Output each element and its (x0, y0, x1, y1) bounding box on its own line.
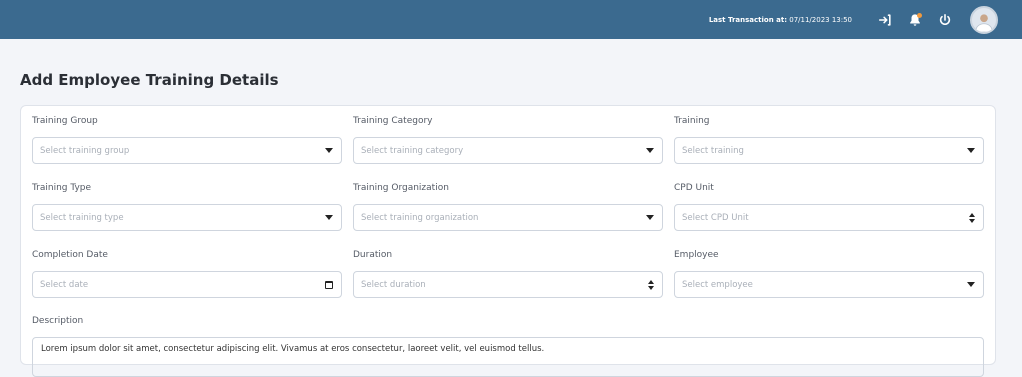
description-textarea[interactable]: Lorem ipsum dolor sit amet, consectetur … (32, 337, 984, 377)
training-group-label: Training Group (32, 116, 98, 126)
completion-date-input[interactable]: Select date (32, 271, 342, 298)
caret-down-icon (325, 148, 333, 153)
cpd-unit-label: CPD Unit (674, 183, 714, 193)
duration-field: Duration Select duration (353, 250, 663, 298)
training-label: Training (674, 116, 710, 126)
caret-down-icon (646, 215, 654, 220)
duration-label: Duration (353, 250, 393, 260)
employee-select[interactable]: Select employee (674, 271, 984, 298)
training-category-label: Training Category (353, 116, 433, 126)
top-bar: Last Transaction at: 07/11/2023 13:50 (0, 0, 1022, 39)
training-category-placeholder: Select training category (361, 145, 464, 156)
training-form-card: Training Group Select training group Tra… (20, 105, 996, 377)
calendar-icon[interactable] (325, 280, 333, 289)
training-group-select[interactable]: Select training group (32, 137, 342, 164)
completion-date-label: Completion Date (32, 250, 108, 260)
training-type-label: Training Type (32, 183, 92, 193)
training-organization-placeholder: Select training organization (361, 212, 479, 223)
training-type-placeholder: Select training type (40, 212, 124, 223)
training-category-field: Training Category Select training catego… (353, 116, 663, 164)
completion-date-field: Completion Date Select date (32, 250, 342, 298)
avatar[interactable] (970, 5, 998, 34)
training-group-field: Training Group Select training group (32, 116, 342, 164)
training-type-select[interactable]: Select training type (32, 204, 342, 231)
caret-down-icon (967, 282, 975, 287)
training-category-select[interactable]: Select training category (353, 137, 663, 164)
duration-input[interactable]: Select duration (353, 271, 663, 298)
caret-down-icon (325, 215, 333, 220)
notification-badge (917, 12, 922, 18)
caret-down-icon (646, 148, 654, 153)
last-transaction-value: 07/11/2023 13:50 (789, 15, 852, 24)
bell-icon[interactable] (908, 12, 922, 27)
last-transaction: Last Transaction at: 07/11/2023 13:50 (709, 16, 852, 24)
description-label: Description (32, 316, 84, 326)
training-select[interactable]: Select training (674, 137, 984, 164)
duration-placeholder: Select duration (361, 279, 426, 290)
power-icon[interactable] (938, 13, 952, 27)
page-title: Add Employee Training Details (20, 71, 279, 89)
training-type-field: Training Type Select training type (32, 183, 342, 231)
cpd-unit-placeholder: Select CPD Unit (682, 212, 749, 223)
training-group-placeholder: Select training group (40, 145, 130, 156)
training-organization-field: Training Organization Select training or… (353, 183, 663, 231)
sign-in-icon[interactable] (878, 13, 892, 27)
training-placeholder: Select training (682, 145, 744, 156)
spinner-icon[interactable] (648, 279, 654, 290)
cpd-unit-field: CPD Unit Select CPD Unit (674, 183, 984, 231)
completion-date-placeholder: Select date (40, 279, 89, 290)
training-organization-select[interactable]: Select training organization (353, 204, 663, 231)
caret-down-icon (967, 148, 975, 153)
employee-placeholder: Select employee (682, 279, 753, 290)
spinner-icon[interactable] (969, 212, 975, 223)
employee-field: Employee Select employee (674, 250, 984, 298)
cpd-unit-input[interactable]: Select CPD Unit (674, 204, 984, 231)
last-transaction-label: Last Transaction at: (708, 15, 788, 24)
training-field: Training Select training (674, 116, 984, 164)
employee-label: Employee (674, 250, 719, 260)
training-organization-label: Training Organization (353, 183, 449, 193)
